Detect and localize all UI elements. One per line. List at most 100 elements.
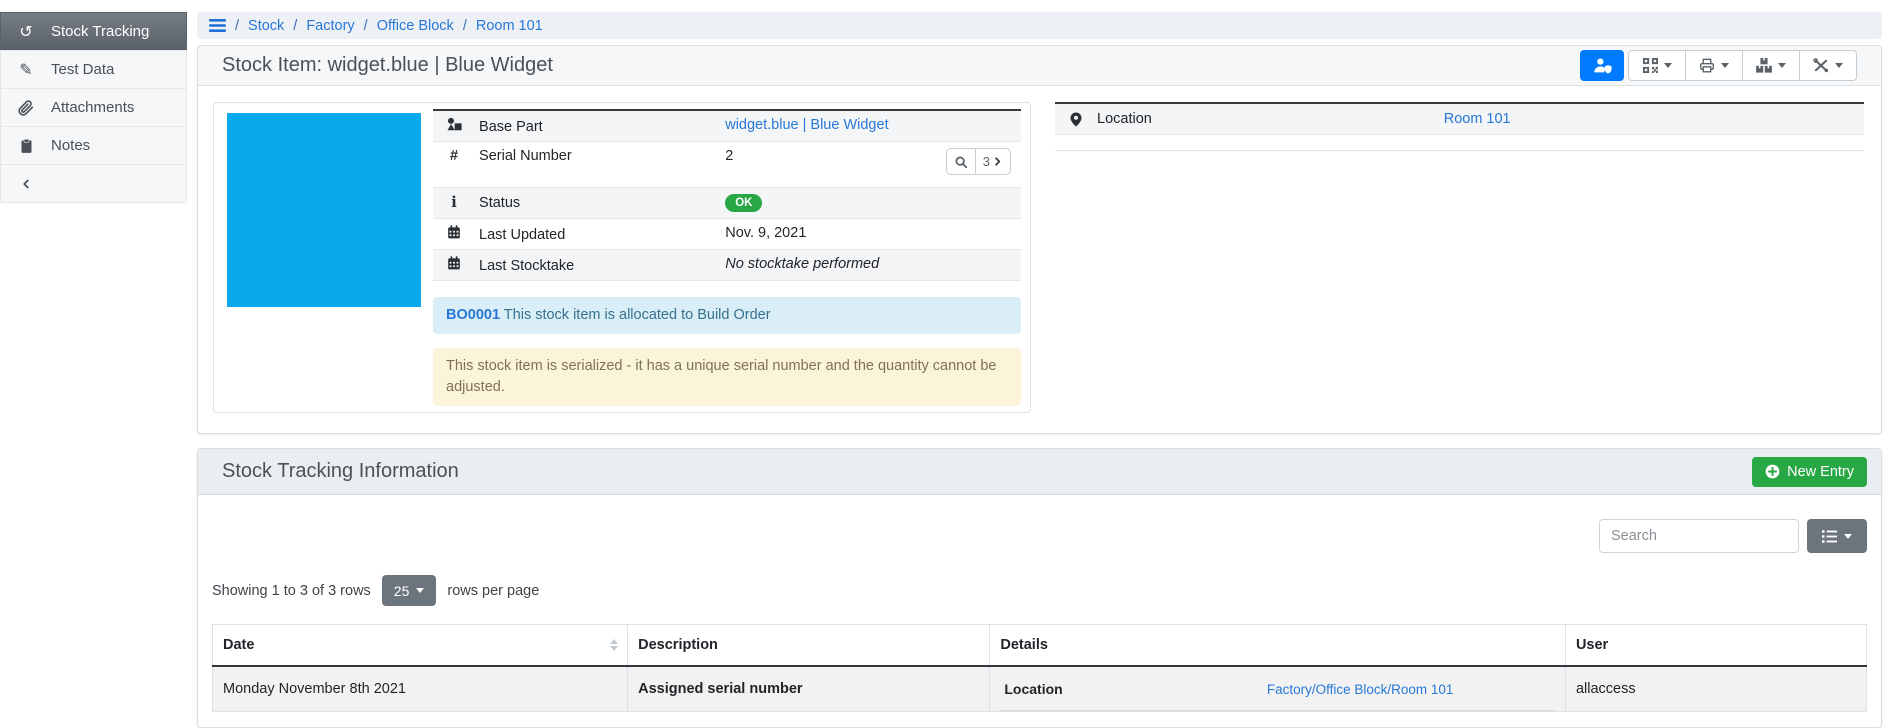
shapes-icon <box>443 117 465 131</box>
printer-icon <box>1699 58 1715 73</box>
sidebar-collapse-button[interactable] <box>0 164 187 203</box>
location-column: Location Room 101 <box>1055 102 1864 413</box>
date-cell: Monday November 8th 2021 <box>213 666 628 712</box>
location-table: Location Room 101 <box>1055 102 1864 151</box>
sidebar-item-test-data[interactable]: ✎ Test Data <box>0 50 187 89</box>
item-actions-button[interactable] <box>1799 50 1857 81</box>
rows-per-page-text: rows per page <box>447 583 539 599</box>
build-order-link[interactable]: BO0001 <box>446 307 500 323</box>
hashtag-icon: # <box>443 148 465 164</box>
columns-button[interactable] <box>1807 519 1867 553</box>
qrcode-icon <box>1643 58 1658 73</box>
location-link[interactable]: Room 101 <box>1444 111 1511 127</box>
serial-number-value: 2 <box>725 148 733 164</box>
print-actions-button[interactable] <box>1685 50 1743 81</box>
stock-item-panel-header: Stock Item: widget.blue | Blue Widget <box>198 46 1881 86</box>
detail-label: Last Updated <box>479 227 565 243</box>
admin-button[interactable] <box>1580 50 1624 81</box>
chevron-down-icon <box>1778 63 1786 68</box>
page-title: Stock Item: widget.blue | Blue Widget <box>222 54 553 77</box>
entry-user: allaccess <box>1576 681 1636 697</box>
breadcrumb-separator: / <box>235 18 239 34</box>
chevron-down-icon <box>1721 63 1729 68</box>
table-controls <box>198 495 1881 553</box>
serialized-alert-text: This stock item is serialized - it has a… <box>446 358 996 395</box>
page-size-button[interactable]: 25 <box>382 575 437 606</box>
stock-actions-button[interactable] <box>1742 50 1800 81</box>
last-updated-row: Last Updated Nov. 9, 2021 <box>433 219 1021 250</box>
history-icon: ↺ <box>15 22 37 42</box>
sidebar-item-label: Test Data <box>51 61 114 78</box>
sidebar-item-label: Notes <box>51 137 90 154</box>
column-header-description: Description <box>628 625 990 667</box>
part-thumbnail[interactable] <box>227 113 421 307</box>
user-shield-icon <box>1593 57 1612 74</box>
column-header-date[interactable]: Date <box>213 625 628 667</box>
stock-item-details-table: Base Part widget.blue | Blue Widget # Se… <box>433 109 1021 281</box>
breadcrumb-link-room-101[interactable]: Room 101 <box>476 18 543 34</box>
stock-item-panel: Stock Item: widget.blue | Blue Widget <box>197 45 1882 434</box>
stock-tracking-table: Date Description Details User <box>212 624 1867 712</box>
table-row: Monday November 8th 2021 Assigned serial… <box>213 666 1867 712</box>
breadcrumb-link-factory[interactable]: Factory <box>306 18 354 34</box>
breadcrumb-link-stock[interactable]: Stock <box>248 18 284 34</box>
stock-tracking-panel: Stock Tracking Information New Entry <box>197 448 1882 728</box>
build-order-alert: BO0001 This stock item is allocated to B… <box>433 297 1021 334</box>
table-header-row: Date Description Details User <box>213 625 1867 667</box>
status-row: i Status OK <box>433 188 1021 219</box>
entry-location-link[interactable]: Factory/Office Block/Room 101 <box>1267 682 1454 697</box>
next-serial-number: 3 <box>983 154 990 169</box>
info-icon: i <box>443 194 465 211</box>
base-part-link[interactable]: widget.blue | Blue Widget <box>725 117 888 133</box>
chevron-down-icon <box>416 588 424 593</box>
breadcrumb-separator: / <box>293 18 297 34</box>
last-stocktake-row: Last Stocktake No stocktake performed <box>433 250 1021 281</box>
sidebar-item-label: Attachments <box>51 99 134 116</box>
hamburger-icon[interactable] <box>209 19 226 32</box>
stock-tracking-body: Showing 1 to 3 of 3 rows 25 rows per pag… <box>198 495 1881 712</box>
detail-label: Serial Number <box>479 148 572 164</box>
stock-item-detail-card: Base Part widget.blue | Blue Widget # Se… <box>213 102 1031 413</box>
plus-circle-icon <box>1765 464 1780 479</box>
detail-label: Last Stocktake <box>479 258 574 274</box>
list-icon <box>1822 530 1837 543</box>
breadcrumb-link-office-block[interactable]: Office Block <box>377 18 454 34</box>
entry-detail-row: Location Factory/Office Block/Room 101 <box>1000 681 1555 711</box>
last-stocktake-value: No stocktake performed <box>725 256 879 272</box>
entry-description: Assigned serial number <box>638 681 802 697</box>
sidebar-item-notes[interactable]: Notes <box>0 126 187 165</box>
location-empty-row <box>1055 135 1864 150</box>
entry-date: Monday November 8th 2021 <box>223 681 406 697</box>
user-cell: allaccess <box>1565 666 1866 712</box>
stock-item-panel-body: Base Part widget.blue | Blue Widget # Se… <box>198 86 1881 433</box>
chevron-left-icon <box>15 177 37 191</box>
base-part-row: Base Part widget.blue | Blue Widget <box>433 110 1021 142</box>
main-content: / Stock / Factory / Office Block / Room … <box>197 12 1882 728</box>
search-input[interactable] <box>1599 519 1799 553</box>
chevron-down-icon <box>1844 534 1852 539</box>
build-order-alert-text: This stock item is allocated to Build Or… <box>504 307 771 323</box>
boxes-icon <box>1756 58 1772 73</box>
new-entry-label: New Entry <box>1787 464 1854 480</box>
details-cell: Location Factory/Office Block/Room 101 <box>990 666 1566 712</box>
column-label: Date <box>223 637 254 653</box>
next-serial-button[interactable]: 3 <box>975 149 1010 174</box>
stock-item-toolbar <box>1580 50 1857 81</box>
barcode-actions-button[interactable] <box>1628 50 1686 81</box>
find-serial-button[interactable] <box>947 149 975 174</box>
location-row: Location Room 101 <box>1055 104 1864 135</box>
section-title: Stock Tracking Information <box>222 460 459 483</box>
sort-icon <box>610 639 618 651</box>
chevron-down-icon <box>1835 63 1843 68</box>
sidebar-item-stock-tracking[interactable]: ↺ Stock Tracking <box>0 12 187 51</box>
calendar-icon <box>443 225 465 239</box>
map-pin-icon <box>1065 112 1087 127</box>
chevron-right-icon <box>992 156 1003 167</box>
chevron-down-icon <box>1664 63 1672 68</box>
serial-navigation: 3 <box>946 148 1011 175</box>
stock-tracking-header: Stock Tracking Information New Entry <box>198 449 1881 495</box>
column-label: Details <box>1000 637 1048 653</box>
detail-label: Base Part <box>479 119 543 135</box>
sidebar-item-attachments[interactable]: Attachments <box>0 88 187 127</box>
new-entry-button[interactable]: New Entry <box>1752 457 1867 487</box>
